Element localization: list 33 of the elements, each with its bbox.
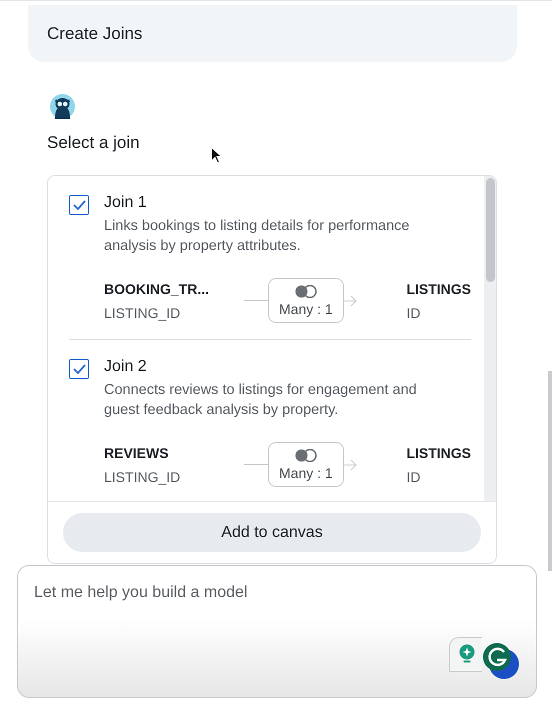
mouse-cursor-icon xyxy=(211,147,222,164)
source-column-name: LISTING_ID xyxy=(104,304,182,320)
join-checkbox[interactable] xyxy=(69,195,89,215)
toggle-circles-icon xyxy=(294,285,317,298)
chat-input-field[interactable]: Let me help you build a model xyxy=(17,565,537,698)
toggle-circles-icon xyxy=(294,449,317,462)
target-table-name: LISTINGS xyxy=(406,444,471,460)
owl-avatar-icon xyxy=(50,94,75,119)
cardinality-box[interactable]: Many : 1 xyxy=(268,278,344,323)
join-title: Join 1 xyxy=(104,194,148,212)
cardinality-box[interactable]: Many : 1 xyxy=(268,442,344,487)
add-to-canvas-button[interactable]: Add to canvas xyxy=(63,513,481,552)
cardinality-label: Many : 1 xyxy=(279,301,333,317)
scrollbar[interactable] xyxy=(484,176,496,501)
join-description: Links bookings to listing details for performance analysis by property attributes. xyxy=(104,217,410,256)
prompt-text: Select a join xyxy=(47,133,141,153)
arrow-icon xyxy=(344,458,358,470)
source-table-name: BOOKING_TR... xyxy=(104,280,210,296)
source-column-name: LISTING_ID xyxy=(104,468,182,484)
assistant-widget[interactable] xyxy=(449,637,482,672)
source-table-name: REVIEWS xyxy=(104,444,170,460)
header-title: Create Joins xyxy=(47,24,142,44)
join-checkbox[interactable] xyxy=(69,359,89,379)
logo-icon[interactable] xyxy=(482,642,520,680)
checkmark-icon xyxy=(72,364,86,374)
cardinality-label: Many : 1 xyxy=(279,465,333,481)
checkmark-icon xyxy=(72,200,86,210)
join-title: Join 2 xyxy=(104,358,148,376)
arrow-icon xyxy=(344,294,358,306)
target-table-name: LISTINGS xyxy=(406,280,471,296)
target-column-name: ID xyxy=(406,304,422,320)
join-description: Connects reviews to listings for engagement and guest feedback analysis by property. xyxy=(104,381,418,420)
target-column-name: ID xyxy=(406,468,422,484)
